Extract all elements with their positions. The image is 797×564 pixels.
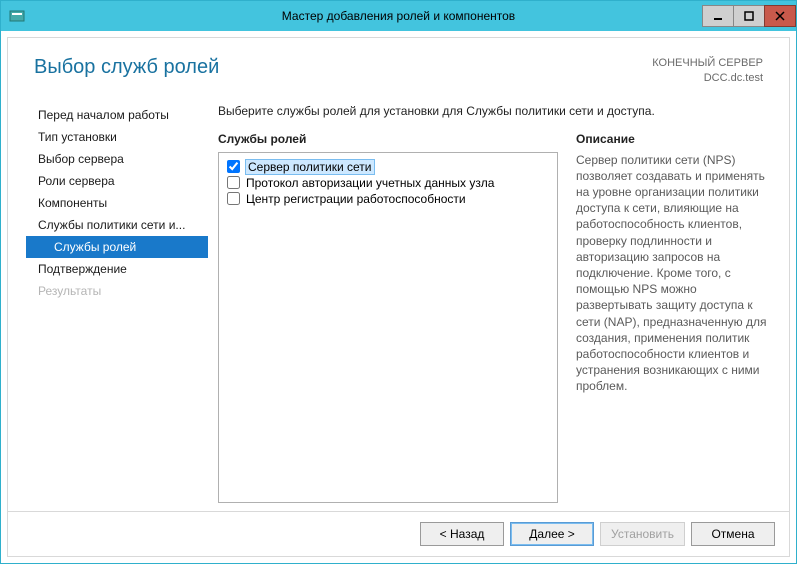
destination-value: DCC.dc.test — [652, 71, 763, 86]
page-title: Выбор служб ролей — [34, 56, 219, 79]
role-checkbox-nps[interactable] — [227, 160, 240, 173]
roles-listbox[interactable]: Сервер политики сети Протокол авторизаци… — [218, 152, 558, 503]
role-checkbox-hcap[interactable] — [227, 176, 240, 189]
back-button[interactable]: < Назад — [420, 522, 504, 546]
nav-server-selection[interactable]: Выбор сервера — [26, 148, 208, 170]
maximize-button[interactable] — [733, 5, 765, 27]
header-area: Выбор служб ролей КОНЕЧНЫЙ СЕРВЕР DCC.dc… — [8, 38, 789, 96]
nav-role-services[interactable]: Службы ролей — [26, 236, 208, 258]
instruction-text: Выберите службы ролей для установки для … — [218, 98, 771, 132]
roles-label: Службы ролей — [218, 132, 558, 152]
body-area: Перед началом работы Тип установки Выбор… — [8, 96, 789, 511]
nav-features[interactable]: Компоненты — [26, 192, 208, 214]
role-item-nps[interactable]: Сервер политики сети — [223, 159, 553, 175]
destination-server-block: КОНЕЧНЫЙ СЕРВЕР DCC.dc.test — [652, 56, 763, 86]
nav-installation-type[interactable]: Тип установки — [26, 126, 208, 148]
content-frame: Выбор служб ролей КОНЕЧНЫЙ СЕРВЕР DCC.dc… — [1, 31, 796, 563]
window-title: Мастер добавления ролей и компонентов — [1, 9, 796, 23]
role-label: Протокол авторизации учетных данных узла — [246, 176, 494, 190]
footer: < Назад Далее > Установить Отмена — [8, 511, 789, 556]
close-button[interactable] — [764, 5, 796, 27]
columns: Службы ролей Сервер политики сети Проток… — [218, 132, 771, 503]
install-button: Установить — [600, 522, 685, 546]
role-label: Центр регистрации работоспособности — [246, 192, 466, 206]
nav-confirmation[interactable]: Подтверждение — [26, 258, 208, 280]
destination-label: КОНЕЧНЫЙ СЕРВЕР — [652, 56, 763, 71]
window-controls — [703, 5, 796, 27]
description-text: Сервер политики сети (NPS) позволяет соз… — [576, 152, 771, 395]
wizard-window: Мастер добавления ролей и компонентов Вы… — [0, 0, 797, 564]
titlebar: Мастер добавления ролей и компонентов — [1, 1, 796, 31]
role-item-hra[interactable]: Центр регистрации работоспособности — [223, 191, 553, 207]
app-icon — [9, 8, 25, 24]
nav-results: Результаты — [26, 280, 208, 302]
role-item-hcap[interactable]: Протокол авторизации учетных данных узла — [223, 175, 553, 191]
next-button[interactable]: Далее > — [510, 522, 594, 546]
nav-before-you-begin[interactable]: Перед началом работы — [26, 104, 208, 126]
wizard-nav: Перед началом работы Тип установки Выбор… — [26, 98, 208, 503]
main-panel: Выберите службы ролей для установки для … — [218, 98, 771, 503]
nav-server-roles[interactable]: Роли сервера — [26, 170, 208, 192]
inner-panel: Выбор служб ролей КОНЕЧНЫЙ СЕРВЕР DCC.dc… — [7, 37, 790, 557]
nav-nps[interactable]: Службы политики сети и... — [26, 214, 208, 236]
role-checkbox-hra[interactable] — [227, 192, 240, 205]
minimize-button[interactable] — [702, 5, 734, 27]
description-column: Описание Сервер политики сети (NPS) позв… — [576, 132, 771, 503]
cancel-button[interactable]: Отмена — [691, 522, 775, 546]
roles-column: Службы ролей Сервер политики сети Проток… — [218, 132, 558, 503]
description-label: Описание — [576, 132, 771, 152]
role-label: Сервер политики сети — [246, 160, 374, 174]
